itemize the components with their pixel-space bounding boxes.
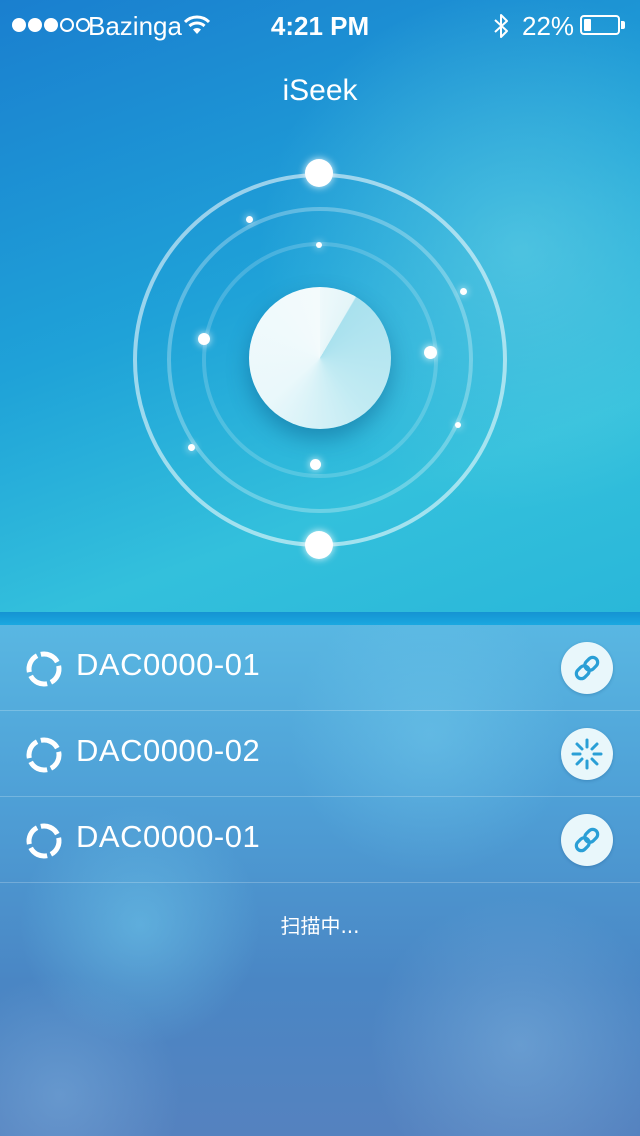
battery-cap [621, 21, 625, 29]
device-name: DAC0000-02 [76, 733, 261, 768]
device-name: DAC0000-01 [76, 819, 261, 854]
radar-dot [455, 422, 461, 428]
device-status-ring-icon [26, 651, 62, 687]
panel-divider [0, 612, 640, 625]
radar-scanner [130, 159, 510, 559]
radar-dot [305, 531, 333, 559]
page-title: iSeek [282, 74, 358, 107]
radar-dot [424, 346, 437, 359]
status-bar: Bazinga 4:21 PM 22% [0, 0, 640, 52]
battery-level-fill [584, 19, 591, 31]
radar-dot [188, 444, 195, 451]
battery-percent: 22% [522, 11, 575, 41]
battery-icon [580, 15, 620, 35]
radar-dot [310, 459, 321, 470]
device-row[interactable]: DAC0000-02 [0, 711, 640, 797]
device-row[interactable]: DAC0000-01 [0, 797, 640, 883]
spinner-icon [571, 738, 603, 770]
scan-status-text: 扫描中... [280, 914, 360, 938]
radar-dot [305, 159, 333, 187]
device-status-ring-icon [26, 737, 62, 773]
device-status-ring-icon [26, 823, 62, 859]
radar-dot [246, 216, 253, 223]
device-name: DAC0000-01 [76, 647, 261, 682]
device-row[interactable]: DAC0000-01 [0, 625, 640, 711]
radar-sweep-core [249, 287, 391, 429]
radar-dot [316, 242, 322, 248]
bluetooth-icon [494, 14, 508, 38]
radar-dot [198, 333, 210, 345]
radar-dot [460, 288, 467, 295]
connecting-button[interactable] [561, 728, 613, 780]
link-icon [574, 655, 600, 681]
link-icon [574, 827, 600, 853]
connect-button[interactable] [561, 814, 613, 866]
connect-button[interactable] [561, 642, 613, 694]
